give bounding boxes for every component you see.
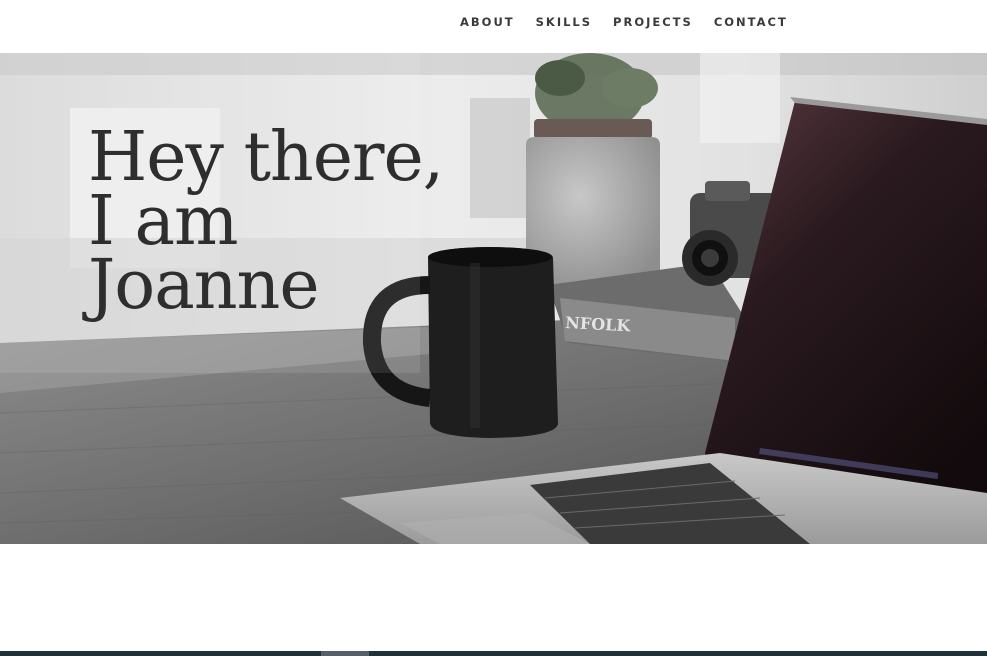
nav-link-contact[interactable]: CONTACT [714,15,788,29]
hero-title-line-1: Hey there, [88,118,444,197]
footer-bar [0,651,987,656]
nav-links: ABOUT SKILLS PROJECTS CONTACT [460,15,809,29]
nav-link-about[interactable]: ABOUT [460,15,515,29]
plant-illustration [526,53,660,285]
hero-title-line-3: Joanne [88,246,320,325]
hero-title: Hey there, I am Joanne [88,118,444,325]
nav-link-projects[interactable]: PROJECTS [613,15,693,29]
hero-title-line-2: I am [88,182,239,261]
svg-text:NFOLK: NFOLK [565,313,632,335]
top-navigation: ABOUT SKILLS PROJECTS CONTACT [0,0,987,52]
nav-link-skills[interactable]: SKILLS [536,15,592,29]
hero-section: NFOLK Hey there, I am Joanne [0,53,987,544]
footer-bar-accent [321,651,369,656]
